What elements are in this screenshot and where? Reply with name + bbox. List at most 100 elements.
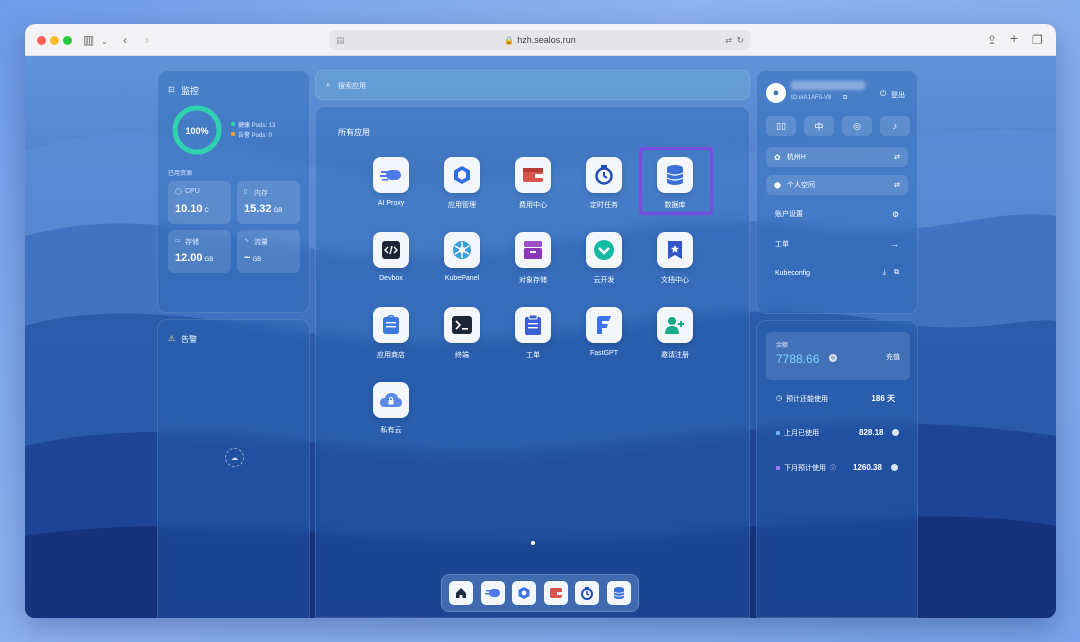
dock-ai-proxy-icon[interactable]	[480, 581, 505, 605]
app-tile-app-manage[interactable]: 应用管理	[432, 157, 492, 210]
close-window-button[interactable]	[37, 36, 46, 45]
app-tile-private-cloud[interactable]: 私有云	[361, 382, 421, 435]
ai-proxy-icon	[373, 157, 409, 193]
dock-app-manage-icon[interactable]	[512, 581, 537, 605]
memory-icon: ▯	[244, 189, 248, 195]
traffic-value: ~ GB	[244, 252, 262, 264]
page-indicator-dot[interactable]	[531, 541, 535, 545]
docs-book-icon[interactable]: ▯▯	[766, 116, 796, 136]
monitor-icon: ⊡	[168, 85, 175, 94]
desktop: ⊡ 监控 100% 健康 Pods: 13 告警 Pods: 0 已用资源 ◯ …	[25, 56, 1056, 618]
download-icon[interactable]: ⤓	[883, 269, 886, 277]
region-name: 杭州H	[786, 154, 806, 161]
coin-icon: ◎	[829, 354, 837, 362]
forward-icon[interactable]: ›	[145, 33, 149, 47]
chevron-down-icon[interactable]: ⌄	[101, 35, 108, 49]
app-tile-fastgpt[interactable]: FastGPT	[574, 307, 634, 357]
coin-icon	[891, 464, 898, 471]
browser-window: ▥ ⌄ ‹ › ▤ 🔒 hzh.sealos.run ⇄ ↻ ⇪ + ❐ ⊡ 监…	[25, 24, 1056, 618]
monitor-panel: ⊡ 监控 100% 健康 Pods: 13 告警 Pods: 0 已用资源 ◯ …	[157, 70, 310, 313]
user-id: ID:eIA1AF0-V8	[791, 95, 832, 101]
region-icon: ✿	[774, 152, 781, 162]
avatar[interactable]: ●	[766, 83, 786, 103]
region-selector[interactable]: ✿ 杭州H ⇄	[766, 147, 908, 167]
copy-icon[interactable]: ⧉	[843, 95, 847, 102]
url-text: hzh.sealos.run	[517, 35, 576, 45]
app-name: 文档中心	[661, 277, 689, 284]
workspace-selector[interactable]: ⬢ 个人空间 ⇄	[766, 175, 908, 195]
storage-label: 存储	[185, 239, 199, 246]
app-tile-docs[interactable]: 文档中心	[645, 232, 705, 285]
search-icon: ⌕	[326, 80, 331, 89]
share-icon[interactable]: ⇪	[987, 33, 997, 47]
app-name: Devbox	[379, 275, 403, 282]
tabs-overview-icon[interactable]: ❐	[1032, 33, 1043, 47]
app-tile-devbox[interactable]: Devbox	[361, 232, 421, 282]
reload-icon[interactable]: ↻	[736, 35, 744, 46]
last-month-dot	[776, 431, 780, 435]
browser-titlebar: ▥ ⌄ ‹ › ▤ 🔒 hzh.sealos.run ⇄ ↻ ⇪ + ❐	[25, 24, 1056, 56]
app-tile-invite[interactable]: 邀请注册	[645, 307, 705, 360]
cpu-card: ◯ CPU 10.10 C	[168, 181, 231, 224]
username-blurred	[791, 81, 865, 90]
estimated-value: 186 天	[871, 394, 895, 403]
lock-icon: 🔒	[504, 35, 515, 45]
docs-icon	[657, 232, 693, 268]
search-input[interactable]: 搜索应用	[338, 81, 366, 91]
app-tile-kubepanel[interactable]: KubePanel	[432, 232, 492, 282]
app-tile-object-storage[interactable]: 对象存储	[503, 232, 563, 285]
account-settings-row[interactable]: 账户设置 ⚙	[767, 203, 907, 225]
maximize-window-button[interactable]	[63, 36, 72, 45]
dock-wallet-icon[interactable]	[543, 581, 568, 605]
page-icon: ▤	[336, 34, 345, 45]
app-name: 定时任务	[590, 202, 618, 209]
app-name: KubePanel	[444, 275, 480, 282]
empty-state-icon: ☁	[225, 448, 244, 467]
sidebar-toggle-icon[interactable]: ▥	[83, 33, 94, 47]
app-tile-cloud-dev[interactable]: 云开发	[574, 232, 634, 285]
app-name: FastGPT	[589, 350, 618, 357]
bell-icon[interactable]: ♪	[880, 116, 910, 136]
workspace-name: 个人空间	[786, 182, 815, 189]
arrow-right-icon: →	[890, 239, 899, 249]
account-settings-label: 账户设置	[775, 211, 803, 218]
app-tile-wallet[interactable]: 费用中心	[503, 157, 563, 210]
terminal-icon	[444, 307, 480, 343]
dock-database-icon[interactable]	[606, 581, 631, 605]
app-tile-ai-proxy[interactable]: AI Proxy	[361, 157, 421, 207]
ticket-icon	[515, 307, 551, 343]
new-tab-icon[interactable]: +	[1010, 31, 1018, 45]
storage-value: 12.00 GB	[175, 252, 214, 264]
app-name: 云开发	[593, 277, 615, 284]
app-tile-timer[interactable]: 定时任务	[574, 157, 634, 210]
selection-highlight	[639, 147, 713, 215]
app-name: AI Proxy	[377, 200, 405, 207]
search-bar[interactable]: ⌕ 搜索应用	[315, 70, 750, 100]
next-month-dot	[776, 466, 780, 470]
storage-card: ▭ 存储 12.00 GB	[168, 230, 231, 273]
traffic-icon: ∿	[244, 238, 250, 244]
tickets-row[interactable]: 工单 →	[767, 233, 907, 255]
info-icon[interactable]: ⓘ	[830, 463, 836, 472]
translate-icon[interactable]: ⇄	[725, 36, 732, 45]
app-tile-ticket[interactable]: 工单	[503, 307, 563, 360]
address-bar[interactable]: ▤ 🔒 hzh.sealos.run ⇄ ↻	[330, 30, 750, 50]
balance-label: 余额	[776, 343, 789, 349]
github-icon[interactable]: ◎	[842, 116, 872, 136]
healthy-dot	[231, 122, 235, 126]
logout-button[interactable]: 登出	[891, 90, 905, 100]
app-name: 终端	[455, 352, 469, 359]
minimize-window-button[interactable]	[50, 36, 59, 45]
warning-icon: ⚠	[168, 334, 176, 343]
copy-icon[interactable]: ⧉	[894, 269, 899, 277]
dock-home-icon[interactable]	[449, 581, 474, 605]
app-name: 私有云	[380, 427, 402, 434]
back-icon[interactable]: ‹	[123, 33, 127, 47]
app-tile-app-store[interactable]: 应用商店	[361, 307, 421, 360]
app-tile-database[interactable]: 数据库	[639, 147, 713, 215]
language-toggle[interactable]: 中	[804, 116, 834, 136]
recharge-button[interactable]: 充值	[886, 352, 900, 362]
all-apps-title: 所有应用	[338, 128, 370, 137]
dock-timer-icon[interactable]	[575, 581, 600, 605]
app-tile-terminal[interactable]: 终端	[432, 307, 492, 360]
